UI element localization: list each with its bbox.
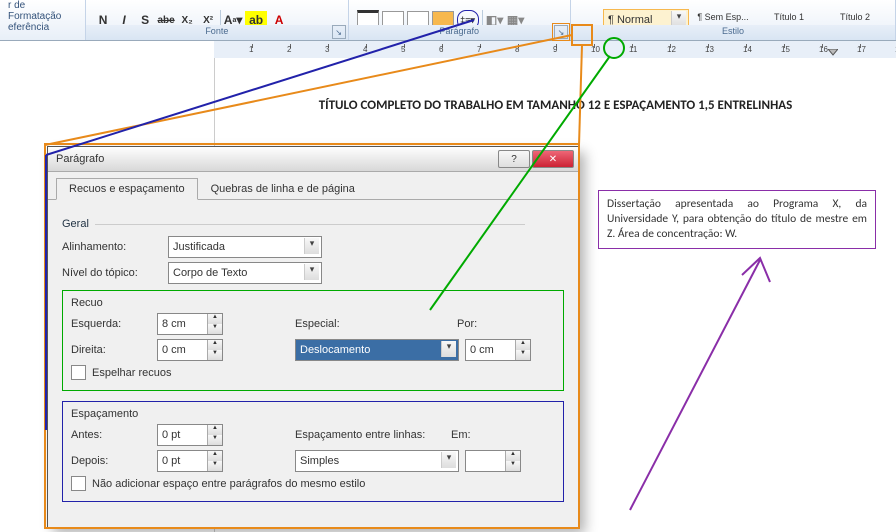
no-space-same-style-label: Não adicionar espaço entre parágrafos do… <box>92 478 365 490</box>
reference-label: eferência <box>8 22 49 33</box>
format-painter-label[interactable]: r de Formatação <box>8 0 77 22</box>
font-group: N I S abe X₂ X² Aa▾ ab A Fonte ↘ <box>86 0 348 40</box>
help-button[interactable]: ? <box>498 150 530 168</box>
paragraph-group-label: Parágrafo <box>349 25 570 40</box>
dialog-titlebar[interactable]: Parágrafo ? ✕ <box>48 147 578 172</box>
dialog-tabs: Recuos e espaçamento Quebras de linha e … <box>48 172 578 200</box>
styles-group-label: Estilo <box>571 25 895 40</box>
document-title-text: TÍTULO COMPLETO DO TRABALHO EM TAMANHO 1… <box>245 98 866 113</box>
mirror-indents-label: Espelhar recuos <box>92 367 172 379</box>
left-indent-input[interactable]: 8 cm▲▼ <box>157 313 223 335</box>
left-indent-label: Esquerda: <box>71 318 151 330</box>
special-indent-select[interactable]: Deslocamento <box>295 339 459 361</box>
after-input[interactable]: 0 pt▲▼ <box>157 450 223 472</box>
tab-indents-spacing[interactable]: Recuos e espaçamento <box>56 178 198 200</box>
indent-label: Recuo <box>71 297 555 309</box>
styles-group: ¶ Normal ¶ Sem Esp... Título 1 Título 2 … <box>571 0 896 40</box>
at-label: Em: <box>451 429 481 441</box>
document-body-text: Dissertação apresentada ao Programa X, d… <box>598 190 876 249</box>
right-indent-input[interactable]: 0 cm▲▼ <box>157 339 223 361</box>
before-input[interactable]: 0 pt▲▼ <box>157 424 223 446</box>
no-space-same-style-checkbox[interactable] <box>71 476 86 491</box>
paragraph-dialog-launcher[interactable]: ↘ <box>554 25 568 39</box>
ribbon: r de Formatação eferência N I S abe X₂ X… <box>0 0 896 41</box>
alignment-label: Alinhamento: <box>62 241 162 253</box>
at-input[interactable]: ▲▼ <box>465 450 521 472</box>
spacing-label: Espaçamento <box>71 408 555 420</box>
after-label: Depois: <box>71 455 151 467</box>
general-label: Geral <box>62 218 564 230</box>
paragraph-group: ‡≡▾ ◧▾ ▦▾ Parágrafo ↘ <box>349 0 571 40</box>
line-spacing-label: Espaçamento entre linhas: <box>295 429 445 441</box>
font-dialog-launcher[interactable]: ↘ <box>332 25 346 39</box>
close-button[interactable]: ✕ <box>532 150 574 168</box>
tab-line-breaks[interactable]: Quebras de linha e de página <box>198 178 368 199</box>
indent-fieldset: Recuo Esquerda: 8 cm▲▼ Especial: Por: Di… <box>62 290 564 391</box>
dialog-title: Parágrafo <box>56 153 104 165</box>
spacing-fieldset: Espaçamento Antes: 0 pt▲▼ Espaçamento en… <box>62 401 564 502</box>
by-label: Por: <box>457 318 487 330</box>
outline-level-select[interactable]: Corpo de Texto <box>168 262 322 284</box>
outline-level-label: Nível do tópico: <box>62 267 162 279</box>
right-indent-label: Direita: <box>71 344 151 356</box>
dialog-body: Geral Alinhamento: Justificada Nível do … <box>48 200 578 510</box>
clipboard-group-fragment: r de Formatação eferência <box>0 0 86 40</box>
by-indent-input[interactable]: 0 cm▲▼ <box>465 339 531 361</box>
line-spacing-select[interactable]: Simples <box>295 450 459 472</box>
alignment-select[interactable]: Justificada <box>168 236 322 258</box>
special-indent-label: Especial: <box>295 318 355 330</box>
mirror-indents-checkbox[interactable] <box>71 365 86 380</box>
paragraph-dialog: Parágrafo ? ✕ Recuos e espaçamento Quebr… <box>47 146 579 528</box>
font-group-label: Fonte <box>86 25 347 40</box>
before-label: Antes: <box>71 429 151 441</box>
